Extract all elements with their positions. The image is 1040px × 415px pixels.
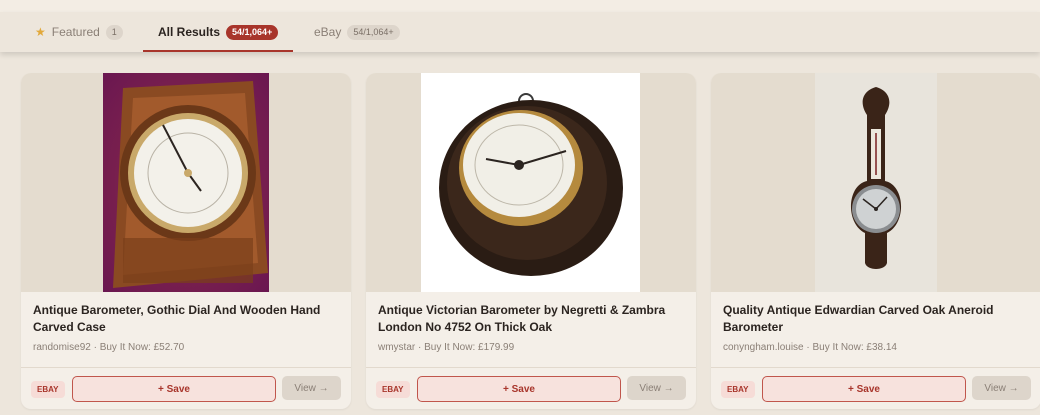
view-button[interactable]: View →: [627, 376, 686, 400]
listing-image[interactable]: [711, 73, 1040, 292]
listing-title[interactable]: Antique Barometer, Gothic Dial And Woode…: [33, 302, 333, 336]
top-strip: [0, 0, 1040, 12]
divider: [21, 367, 351, 368]
tab-all-results-count: 54/1,064+: [226, 24, 279, 40]
listing-title[interactable]: Antique Victorian Barometer by Negretti …: [378, 302, 678, 336]
tab-all-results-label: All Results: [158, 25, 221, 39]
tab-ebay-count: 54/1,064+: [347, 24, 400, 40]
save-button[interactable]: + Save: [72, 376, 276, 402]
tab-all-results[interactable]: All Results 54/1,064+: [143, 12, 294, 52]
source-badge: EBAY: [376, 381, 410, 398]
barometer-photo: [103, 73, 269, 292]
listing-card: Antique Victorian Barometer by Negretti …: [366, 73, 696, 409]
active-tab-indicator: [143, 50, 294, 52]
tab-featured-count: 1: [105, 24, 123, 40]
tab-ebay-label: eBay: [314, 25, 342, 39]
listing-meta: wmystar · Buy It Now: £179.99: [378, 342, 515, 353]
tab-featured[interactable]: ★ Featured 1: [35, 12, 123, 52]
source-badge: EBAY: [31, 381, 65, 398]
save-button[interactable]: + Save: [762, 376, 966, 402]
source-badge: EBAY: [721, 381, 755, 398]
divider: [711, 367, 1040, 368]
listing-meta: randomise92 · Buy It Now: £52.70: [33, 342, 185, 353]
star-icon: ★: [35, 25, 46, 39]
results-tab-bar: ★ Featured 1 All Results 54/1,064+ eBay …: [0, 12, 1040, 52]
save-button[interactable]: + Save: [417, 376, 621, 402]
listing-card: Quality Antique Edwardian Carved Oak Ane…: [711, 73, 1040, 409]
tab-featured-label: Featured: [51, 25, 100, 39]
tab-ebay[interactable]: eBay 54/1,064+: [314, 12, 400, 52]
listing-title[interactable]: Quality Antique Edwardian Carved Oak Ane…: [723, 302, 1023, 336]
barometer-photo: [421, 73, 640, 292]
barometer-photo: [815, 73, 937, 292]
listing-meta: conyngham.louise · Buy It Now: £38.14: [723, 342, 897, 353]
view-button[interactable]: View →: [282, 376, 341, 400]
divider: [366, 367, 696, 368]
listing-card: Antique Barometer, Gothic Dial And Woode…: [21, 73, 351, 409]
listing-image[interactable]: [21, 73, 351, 292]
listing-image[interactable]: [366, 73, 696, 292]
view-button[interactable]: View →: [972, 376, 1031, 400]
